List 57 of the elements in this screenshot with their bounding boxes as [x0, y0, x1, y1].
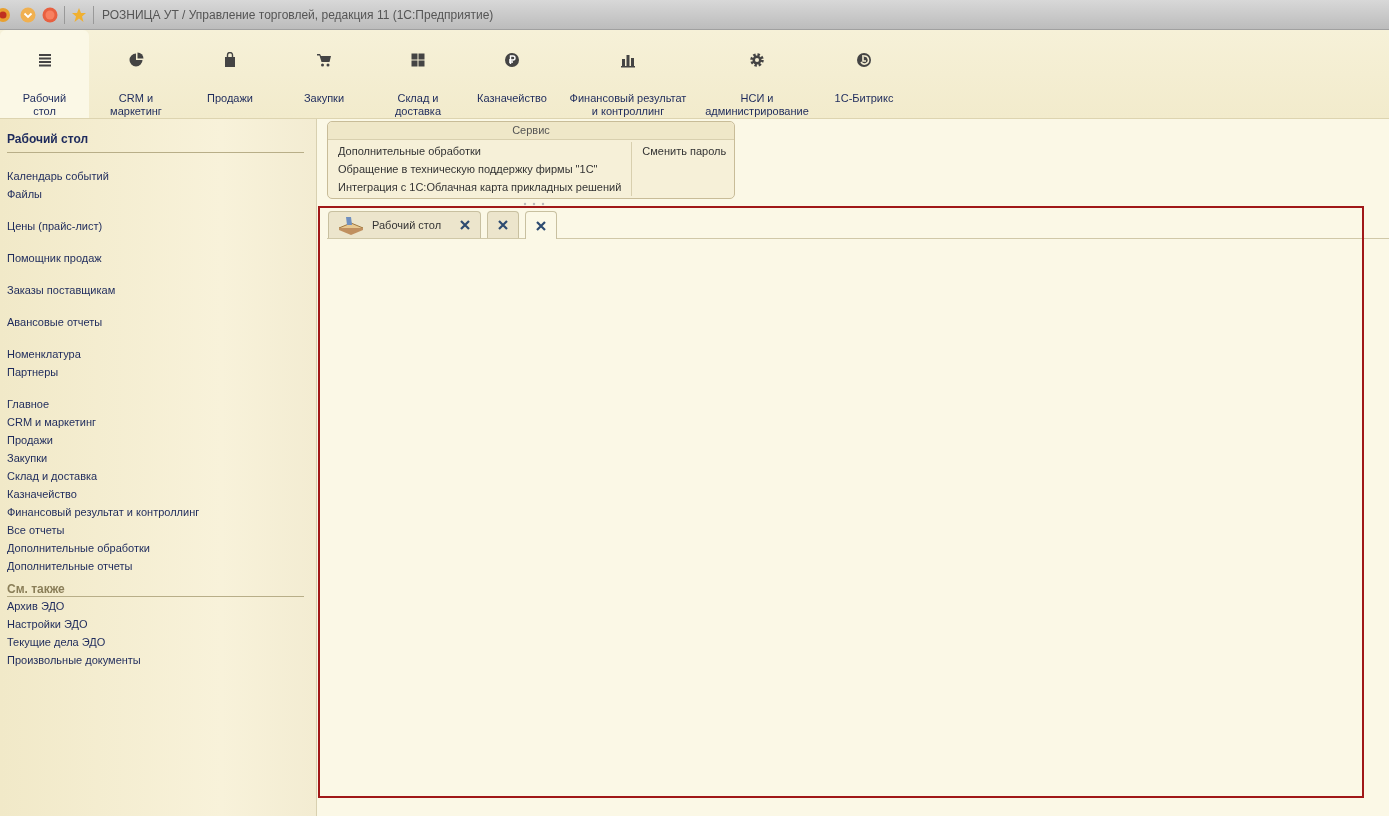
menu-icon [36, 52, 53, 68]
section-tab[interactable]: Склад и доставка [371, 30, 465, 118]
sidebar-link[interactable]: Главное [7, 395, 304, 413]
close-icon[interactable] [535, 219, 548, 232]
sidebar-link[interactable]: Продажи [7, 431, 304, 449]
sidebar-link[interactable]: Текущие дела ЭДО [7, 633, 304, 651]
sidebar-link[interactable]: Настройки ЭДО [7, 615, 304, 633]
sidebar-link[interactable]: Дополнительные отчеты [7, 557, 304, 575]
document-tab[interactable] [525, 211, 558, 239]
service-panel-title: Сервис [328, 122, 734, 140]
star-icon[interactable] [71, 6, 87, 23]
window-title: РОЗНИЦА УТ / Управление торговлей, редакция 11 (1С:Предприятие) [102, 7, 494, 22]
section-tab[interactable]: НСИ и администрирование [697, 30, 817, 118]
sidebar-link[interactable]: Календарь событий [7, 167, 304, 185]
close-icon[interactable] [459, 219, 472, 231]
sidebar-link[interactable]: Цены (прайс-лист) [7, 217, 304, 235]
spiral-icon [856, 52, 872, 68]
sidebar-link[interactable]: Файлы [7, 185, 304, 203]
sidebar-link[interactable]: CRM и маркетинг [7, 413, 304, 431]
ruble-icon [504, 52, 520, 68]
section-tab[interactable]: Продажи [183, 30, 277, 118]
section-tab[interactable]: Финансовый результат и контроллинг [559, 30, 697, 118]
sidebar-link[interactable]: Финансовый результат и контроллинг [7, 503, 304, 521]
service-link[interactable]: Интеграция с 1С:Облачная карта прикладных решений [338, 178, 622, 196]
bar-chart-icon [620, 52, 636, 68]
section-tab[interactable]: CRM и маркетинг [89, 30, 183, 118]
sidebar-link[interactable]: Закупки [7, 449, 304, 467]
sidebar-link[interactable]: Номенклатура [7, 345, 304, 363]
shopping-bag-icon [222, 52, 238, 68]
section-tab[interactable]: 1С-Битрикс [817, 30, 911, 118]
sidebar-link[interactable]: Склад и доставка [7, 467, 304, 485]
gear-icon [749, 52, 765, 68]
grid-icon [410, 52, 426, 68]
sidebar-link[interactable]: Партнеры [7, 363, 304, 381]
see-also-title: См. также [7, 582, 304, 597]
sidebar-link[interactable]: Заказы поставщикам [7, 281, 304, 299]
desk-icon [338, 215, 364, 235]
document-tab[interactable] [487, 211, 520, 238]
section-tab[interactable]: Казначейство [465, 30, 559, 118]
close-icon[interactable] [497, 219, 510, 231]
service-link[interactable]: Сменить пароль [642, 142, 727, 160]
service-link[interactable]: Дополнительные обработки [338, 142, 622, 160]
sidebar-link[interactable]: Все отчеты [7, 521, 304, 539]
sidebar-link[interactable]: Дополнительные обработки [7, 539, 304, 557]
document-tab[interactable]: Рабочий стол [328, 211, 482, 238]
sidebar-link[interactable]: Авансовые отчеты [7, 313, 304, 331]
sidebar-link[interactable]: Произвольные документы [7, 651, 304, 669]
section-tab[interactable]: Рабочий стол [0, 30, 89, 118]
service-link[interactable]: Обращение в техническую поддержку фирмы "1С" [338, 160, 622, 178]
sidebar-link[interactable]: Архив ЭДО [7, 597, 304, 615]
sidebar-link[interactable]: Казначейство [7, 485, 304, 503]
sidebar-link[interactable]: Помощник продаж [7, 249, 304, 267]
section-tab[interactable]: Закупки [277, 30, 371, 118]
cart-icon [316, 52, 332, 68]
splitter-grip-icon[interactable] [522, 202, 546, 206]
sidebar-title: Рабочий стол [7, 131, 304, 153]
pie-chart-icon [128, 52, 144, 68]
